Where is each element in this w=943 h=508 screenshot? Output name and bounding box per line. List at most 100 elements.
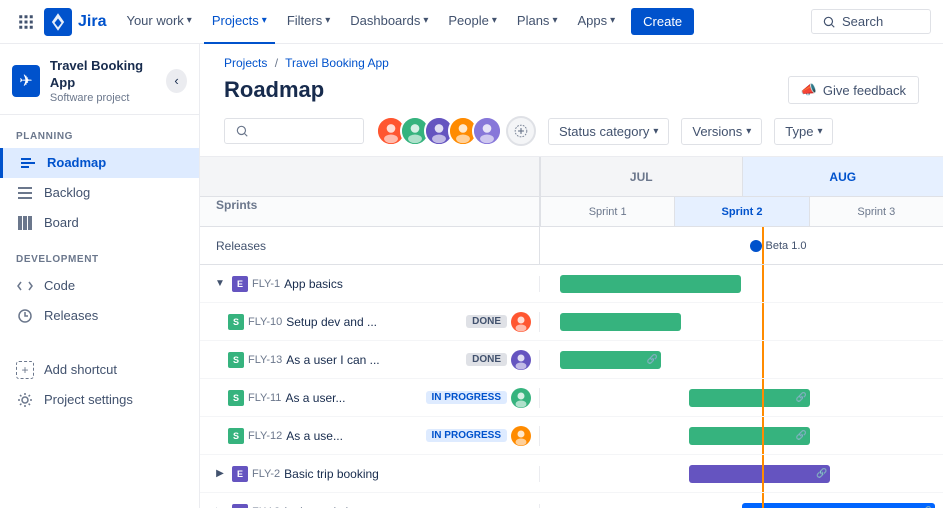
- child-row-fly10[interactable]: S FLY-10 Setup dev and ... DONE: [200, 303, 943, 341]
- grid-icon[interactable]: [12, 8, 40, 36]
- status-badge-done: DONE: [466, 353, 507, 366]
- sidebar-item-backlog[interactable]: Backlog: [0, 178, 199, 208]
- add-shortcut-button[interactable]: + Add shortcut: [0, 355, 199, 385]
- avatar[interactable]: [472, 116, 502, 146]
- create-button[interactable]: Create: [631, 8, 694, 35]
- row-left-fly1: ▼ E FLY-1 App basics: [200, 276, 540, 292]
- sidebar-item-code[interactable]: Code: [0, 271, 199, 301]
- row-left-fly11: S FLY-11 As a user... IN PROGRESS: [200, 388, 540, 408]
- release-line: [762, 303, 764, 340]
- child-row-fly13[interactable]: S FLY-13 As a user I can ... DONE 🔗: [200, 341, 943, 379]
- add-icon: +: [16, 361, 34, 379]
- row-left-fly10: S FLY-10 Setup dev and ... DONE: [200, 312, 540, 332]
- page-title-row: Roadmap 📣 Give feedback: [224, 76, 919, 104]
- nav-projects[interactable]: Projects ▾: [204, 0, 275, 44]
- app-name: Jira: [78, 13, 106, 31]
- bar-fly12: 🔗: [689, 427, 810, 445]
- sidebar: ✈ Travel Booking App Software project ‹ …: [0, 44, 200, 508]
- child-row-fly12[interactable]: S FLY-12 As a use... IN PROGRESS 🔗: [200, 417, 943, 455]
- status-badge-inprogress: IN PROGRESS: [426, 391, 507, 404]
- backlog-icon: [16, 184, 34, 202]
- expand-fly2[interactable]: ▶: [212, 466, 228, 482]
- release-line: [762, 493, 764, 508]
- project-type: Software project: [50, 92, 156, 104]
- story-icon: S: [228, 390, 244, 406]
- feedback-button[interactable]: 📣 Give feedback: [788, 76, 919, 104]
- nav-plans[interactable]: Plans ▾: [509, 0, 566, 44]
- top-navigation: Jira Your work ▾ Projects ▾ Filters ▾ Da…: [0, 0, 943, 44]
- nav-people[interactable]: People ▾: [440, 0, 505, 44]
- row-right-fly3: 🔗: [540, 493, 943, 508]
- roadmap-icon: [19, 154, 37, 172]
- row-left-fly13: S FLY-13 As a user I can ... DONE: [200, 350, 540, 370]
- epic-row-fly3[interactable]: ▶ E FLY-3 Invite and share 🔗: [200, 493, 943, 508]
- chevron-down-icon: ▾: [325, 15, 330, 26]
- sidebar-item-roadmap[interactable]: Roadmap: [0, 148, 199, 178]
- board-icon: [16, 214, 34, 232]
- row-right-fly1: [540, 265, 943, 302]
- toolbar: Status category ▾ Versions ▾ Type ▾: [200, 116, 943, 156]
- chevron-down-icon: ▾: [817, 126, 822, 137]
- row-right-fly2: 🔗: [540, 455, 943, 492]
- row-right-fly13: 🔗: [540, 341, 943, 378]
- row-left-fly2: ▶ E FLY-2 Basic trip booking: [200, 466, 540, 482]
- row-right-fly10: [540, 303, 943, 340]
- project-name: Travel Booking App: [50, 58, 156, 92]
- row-right-fly12: 🔗: [540, 417, 943, 454]
- release-line: [762, 227, 764, 264]
- chevron-down-icon: ▾: [610, 15, 615, 26]
- releases-label: Releases: [200, 227, 540, 264]
- breadcrumb-projects-link[interactable]: Projects: [224, 56, 267, 70]
- beta-release: Beta 1.0: [750, 240, 807, 252]
- chevron-down-icon: ▾: [262, 15, 267, 26]
- expand-fly3[interactable]: ▶: [212, 504, 228, 508]
- toolbar-search[interactable]: [224, 118, 364, 144]
- app-logo[interactable]: Jira: [44, 8, 106, 36]
- sidebar-item-releases[interactable]: Releases: [0, 301, 199, 331]
- nav-dashboards[interactable]: Dashboards ▾: [342, 0, 436, 44]
- sprint-cells: Sprint 1 Sprint 2 Sprint 3: [540, 197, 943, 226]
- child-row-fly11[interactable]: S FLY-11 As a user... IN PROGRESS 🔗: [200, 379, 943, 417]
- row-avatar: [511, 312, 531, 332]
- release-line: [762, 265, 764, 302]
- project-info: Travel Booking App Software project: [50, 58, 156, 104]
- row-right-fly11: 🔗: [540, 379, 943, 416]
- app-layout: ✈ Travel Booking App Software project ‹ …: [0, 44, 943, 508]
- bar-fly1: [560, 275, 741, 293]
- story-icon: S: [228, 314, 244, 330]
- nav-apps[interactable]: Apps ▾: [569, 0, 623, 44]
- breadcrumb: Projects / Travel Booking App: [224, 56, 919, 70]
- sprint-3: Sprint 3: [809, 197, 943, 226]
- nav-your-work[interactable]: Your work ▾: [118, 0, 199, 44]
- row-avatar: [511, 350, 531, 370]
- sidebar-collapse-button[interactable]: ‹: [166, 69, 187, 93]
- search-button[interactable]: Search: [811, 9, 931, 34]
- sidebar-item-board[interactable]: Board: [0, 208, 199, 238]
- release-line: [762, 455, 764, 492]
- bar-fly11: 🔗: [689, 389, 810, 407]
- release-line: [762, 341, 764, 378]
- month-jul: JUL: [540, 157, 742, 196]
- add-avatar-button[interactable]: [506, 116, 536, 146]
- chevron-down-icon: ▾: [492, 15, 497, 26]
- epic-row-fly1[interactable]: ▼ E FLY-1 App basics: [200, 265, 943, 303]
- planning-section-label: PLANNING: [0, 115, 199, 148]
- sidebar-item-project-settings[interactable]: Project settings: [0, 385, 199, 415]
- type-filter[interactable]: Type ▾: [774, 118, 833, 145]
- expand-fly1[interactable]: ▼: [212, 276, 228, 292]
- chevron-down-icon: ▾: [187, 15, 192, 26]
- project-icon: ✈: [12, 65, 40, 97]
- row-avatar: [511, 426, 531, 446]
- nav-filters[interactable]: Filters ▾: [279, 0, 338, 44]
- sprint-1: Sprint 1: [540, 197, 674, 226]
- page-title: Roadmap: [224, 77, 324, 103]
- code-icon: [16, 277, 34, 295]
- versions-filter[interactable]: Versions ▾: [681, 118, 762, 145]
- month-aug: AUG: [742, 157, 943, 196]
- sidebar-project: ✈ Travel Booking App Software project ‹: [0, 44, 199, 115]
- epic-row-fly2[interactable]: ▶ E FLY-2 Basic trip booking 🔗: [200, 455, 943, 493]
- breadcrumb-project-link[interactable]: Travel Booking App: [285, 56, 389, 70]
- status-category-filter[interactable]: Status category ▾: [548, 118, 669, 145]
- epic-icon: E: [232, 466, 248, 482]
- chevron-down-icon: ▾: [423, 15, 428, 26]
